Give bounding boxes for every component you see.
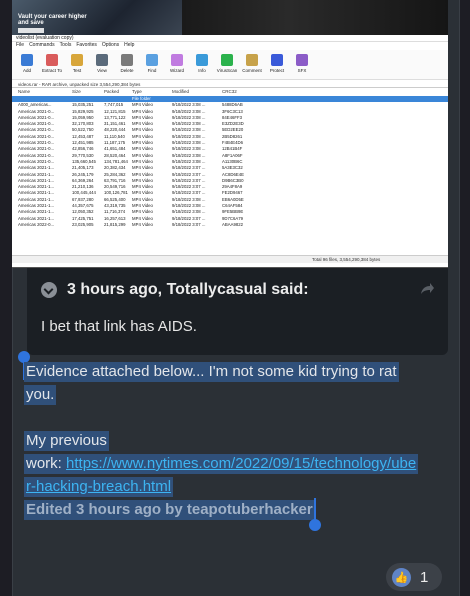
post-line-3: My previous <box>24 431 109 451</box>
menu-item[interactable]: File <box>16 42 24 48</box>
toolbar-icon <box>271 54 283 66</box>
toolbar-label: Test <box>72 68 82 73</box>
quote-body: I bet that link has AIDS. <box>41 318 197 335</box>
post-line5-wrapper: r-hacking-breach.html <box>24 477 174 497</box>
table-cell: 23,025,905 <box>72 221 94 227</box>
post-text-line3: My previous <box>24 431 109 451</box>
game-banner-text: Vault your career higher and save <box>18 14 87 26</box>
share-icon[interactable] <box>419 282 435 296</box>
menu-item[interactable]: Commands <box>29 42 55 48</box>
toolbar-button[interactable]: Delete <box>116 54 138 80</box>
post-text-line2: you. <box>24 385 57 405</box>
toolbar-button[interactable]: Extract To <box>41 54 63 80</box>
toolbar-icon <box>146 54 158 66</box>
toolbar-label: SFX <box>297 68 307 73</box>
toolbar-button[interactable]: Comment <box>241 54 263 80</box>
edited-note: Edited 3 hours ago by teapotuberhacker <box>24 500 315 520</box>
toolbar-label: Protect <box>269 68 285 73</box>
post-line4-wrapper: work: https://www.nytimes.com/2022/09/15… <box>24 454 419 474</box>
game-scene-image <box>182 0 448 35</box>
quote-block: 3 hours ago, Totallycasual said: I bet t… <box>27 268 448 355</box>
toolbar-label: Extract To <box>42 68 62 73</box>
menu-item[interactable]: Tools <box>60 42 72 48</box>
like-reaction-button[interactable]: 👍 1 <box>386 563 442 591</box>
column-header[interactable]: Type <box>132 89 142 95</box>
toolbar-button[interactable]: Test <box>66 54 88 80</box>
toolbar-icon <box>171 54 183 66</box>
column-header[interactable]: Modified <box>172 89 189 95</box>
chevron-down-icon[interactable] <box>41 282 57 298</box>
column-header[interactable]: Name <box>18 89 30 95</box>
toolbar-button[interactable]: VirusScan <box>216 54 238 80</box>
toolbar-label: Comment <box>242 68 262 73</box>
toolbar-icon <box>46 54 58 66</box>
toolbar-icon <box>246 54 258 66</box>
toolbar-icon <box>71 54 83 66</box>
status-bar: Total 96 files, 3,554,290,384 bytes <box>12 255 448 263</box>
toolbar-label: View <box>97 68 107 73</box>
toolbar-label: VirusScan <box>216 68 238 73</box>
table-header: Name Size Packed Type Modified CRC32 <box>12 89 448 95</box>
post-line-1: Evidence attached below... I'm not some … <box>24 362 399 382</box>
column-header[interactable]: CRC32 <box>222 89 237 95</box>
menu-item[interactable]: Favorites <box>76 42 97 48</box>
toolbar: Add Extract To Test View Delete Find Wizard Inf… <box>12 50 448 80</box>
attached-screenshot-image[interactable]: Vault your career higher and save videol… <box>12 0 448 268</box>
toolbar-button[interactable]: Wizard <box>166 54 188 80</box>
article-link[interactable]: https://www.nytimes.com/2022/09/15/techn… <box>66 455 416 472</box>
toolbar-button[interactable]: Add <box>16 54 38 80</box>
column-header[interactable]: Size <box>72 89 81 95</box>
toolbar-button[interactable]: View <box>91 54 113 80</box>
toolbar-button[interactable]: Find <box>141 54 163 80</box>
table-cell: 9/18/2022 3:07 ... <box>172 221 206 227</box>
toolbar-button[interactable]: Info <box>191 54 213 80</box>
toolbar-button[interactable]: Protect <box>266 54 288 80</box>
game-banner: Vault your career higher and save <box>12 0 448 35</box>
toolbar-label: Delete <box>120 68 134 73</box>
toolbar-icon <box>296 54 308 66</box>
post-edited: Edited 3 hours ago by teapotuberhacker <box>24 500 315 520</box>
column-header[interactable]: Packed <box>104 89 119 95</box>
quote-title: 3 hours ago, Totallycasual said: <box>67 281 309 298</box>
status-text: Total 96 files, 3,554,290,384 bytes <box>312 257 381 262</box>
menu-item[interactable]: Options <box>102 42 119 48</box>
toolbar-label: Find <box>147 68 157 73</box>
toolbar-icon <box>121 54 133 66</box>
selection-end-handle[interactable] <box>309 519 321 531</box>
quote-header: 3 hours ago, Totallycasual said: <box>41 280 309 300</box>
toolbar-icon <box>221 54 233 66</box>
post-text-work: work: <box>26 455 67 472</box>
toolbar-label: Wizard <box>169 68 184 73</box>
toolbar-label: Add <box>22 68 31 73</box>
table-cell: Americas 2022-0... <box>18 221 55 227</box>
like-count: 1 <box>420 568 429 586</box>
toolbar-icon <box>96 54 108 66</box>
toolbar-icon <box>196 54 208 66</box>
post-line-4: work: https://www.nytimes.com/2022/09/15… <box>24 454 419 474</box>
post-line-5: r-hacking-breach.html <box>24 477 174 497</box>
toolbar-icon <box>21 54 33 66</box>
table-cell: ABAA9822 <box>222 221 244 227</box>
toolbar-label: Info <box>198 68 206 73</box>
menu-bar: File Commands Tools Favorites Options Help <box>12 42 448 49</box>
post-line-2: you. <box>24 385 57 405</box>
table-row[interactable]: Americas 2022-0... 23,025,905 21,815,299 MP… <box>12 222 448 228</box>
archive-path: videos.rar - RAR archive, unpacked size … <box>12 81 448 88</box>
table-cell: MP4 Video <box>132 221 153 227</box>
game-banner-button <box>18 28 44 33</box>
window-title: videolist (evaluation copy) <box>12 35 448 42</box>
article-link-continued[interactable]: r-hacking-breach.html <box>26 478 171 495</box>
toolbar-button[interactable]: SFX <box>291 54 313 80</box>
post-text-line1: Evidence attached below... I'm not some … <box>24 362 399 382</box>
page-frame: Vault your career higher and save videol… <box>0 0 470 596</box>
thumbs-up-icon: 👍 <box>392 567 411 587</box>
file-table: File folder A000_americas... 15,035,251 7,… <box>12 96 448 228</box>
table-cell: 21,815,299 <box>104 221 126 227</box>
menu-item[interactable]: Help <box>124 42 134 48</box>
